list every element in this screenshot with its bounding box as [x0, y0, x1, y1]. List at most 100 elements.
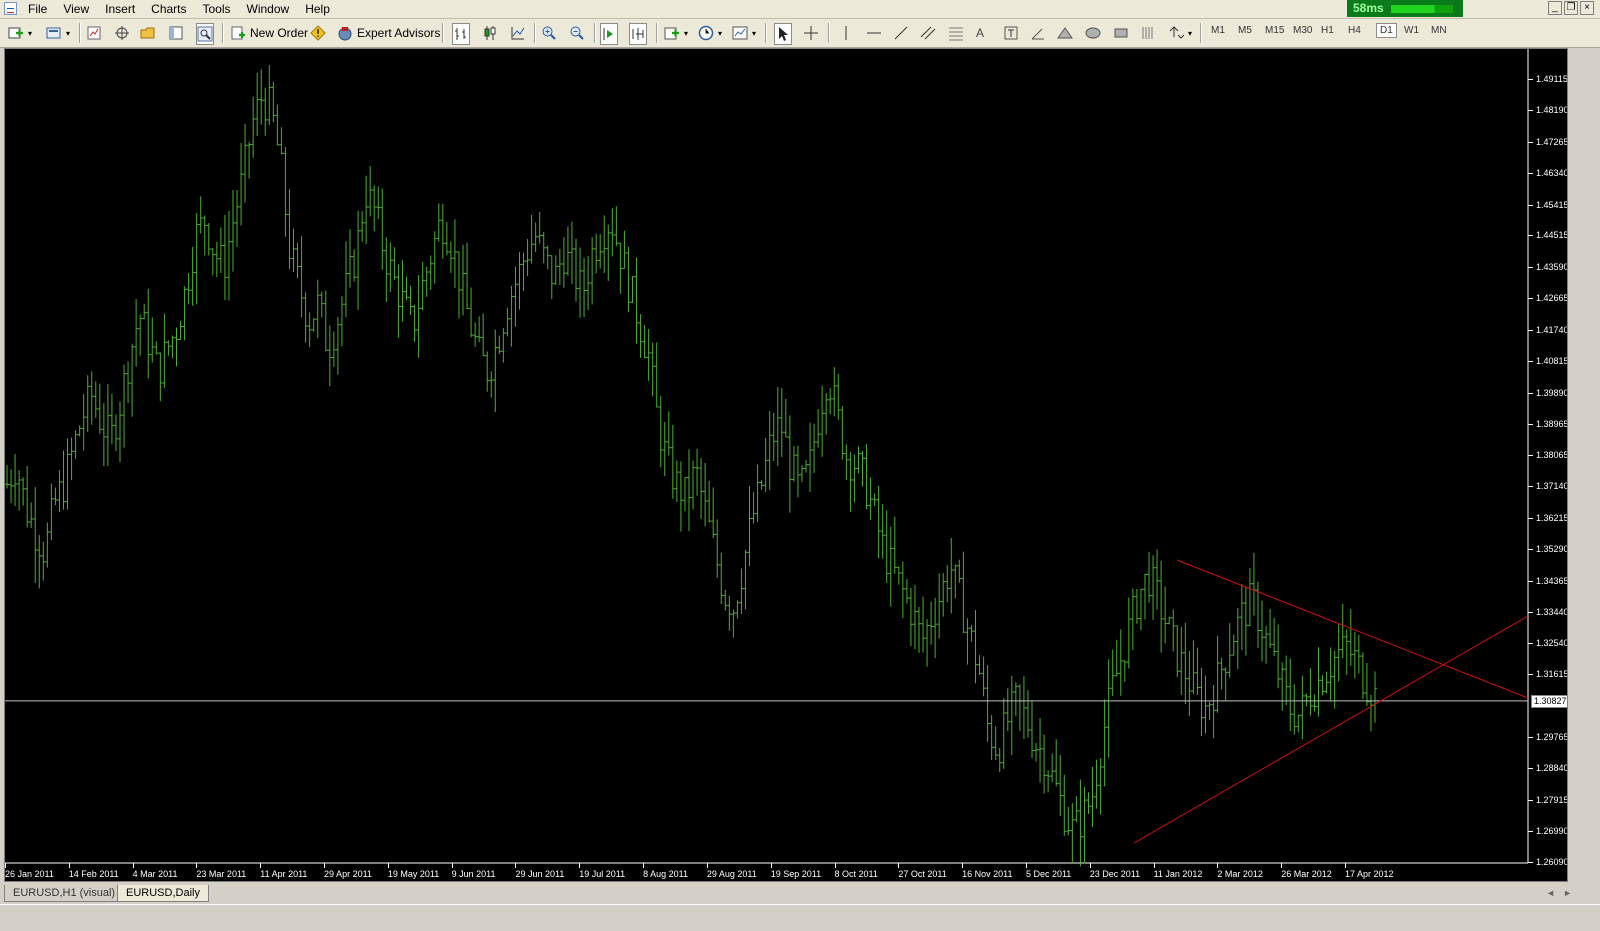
timeframe-m30[interactable]: M30 — [1293, 25, 1312, 36]
ohlc-bar — [868, 477, 873, 521]
date-axis-label: 29 Jun 2011 — [515, 869, 565, 879]
navigator-button[interactable] — [114, 23, 130, 43]
crosshair-button[interactable] — [803, 23, 819, 43]
periods-button[interactable]: ▾ — [698, 23, 722, 43]
menu-view[interactable]: View — [57, 2, 99, 16]
price-tick — [1528, 141, 1533, 143]
timeframe-h1[interactable]: H1 — [1321, 25, 1334, 36]
ohlc-bar — [682, 477, 687, 512]
price-tick — [1528, 392, 1533, 394]
arrows-button[interactable]: ▾ — [1168, 23, 1192, 43]
horizontal-line-button[interactable] — [866, 23, 882, 43]
ohlc-bar — [666, 411, 671, 456]
triangle-button[interactable] — [1057, 23, 1073, 43]
close-button[interactable]: × — [1580, 1, 1594, 15]
minimize-button[interactable]: _ — [1548, 1, 1562, 15]
ohlc-bar — [1017, 684, 1022, 731]
zoom-in-button[interactable] — [541, 23, 557, 43]
cursor-button[interactable] — [774, 23, 792, 45]
equidistant-channel-button[interactable] — [920, 23, 936, 43]
menu-charts[interactable]: Charts — [145, 2, 196, 16]
ohlc-bar — [674, 460, 679, 502]
ohlc-bar — [699, 458, 704, 519]
timeframe-m1[interactable]: M1 — [1211, 25, 1225, 36]
timeframe-m15[interactable]: M15 — [1265, 25, 1284, 36]
ohlc-bar — [735, 600, 740, 619]
ohlc-bar — [1300, 675, 1305, 740]
line-chart-button[interactable] — [510, 23, 526, 43]
arrow-tool-button[interactable] — [1030, 23, 1046, 43]
menu-insert[interactable]: Insert — [99, 2, 145, 16]
alert-button[interactable] — [310, 23, 326, 43]
restore-button[interactable]: ❐ — [1564, 1, 1578, 15]
zoom-in-icon — [542, 26, 556, 40]
zoom-out-button[interactable] — [569, 23, 585, 43]
date-tick — [962, 863, 964, 868]
terminal-button[interactable] — [168, 23, 184, 43]
tab-eurusd-daily[interactable]: EURUSD,Daily — [117, 885, 209, 902]
ohlc-bar — [307, 312, 312, 348]
ohlc-bar — [1034, 743, 1039, 762]
ohlc-bar — [17, 470, 22, 511]
tester-button[interactable] — [196, 23, 214, 45]
ohlc-bar — [799, 465, 804, 483]
timeframe-w1[interactable]: W1 — [1404, 25, 1419, 36]
tab-eurusd-h1-visual[interactable]: EURUSD,H1 (visual) — [4, 885, 125, 902]
ohlc-bar — [626, 246, 631, 313]
rectangle-button[interactable] — [1113, 23, 1129, 43]
current-price-tag: 1.30827 — [1531, 694, 1567, 708]
ohlc-bar — [953, 564, 958, 599]
chart-shift-button[interactable] — [629, 23, 647, 45]
text-label-button[interactable] — [1003, 23, 1019, 43]
market-watch-button[interactable] — [86, 23, 102, 43]
templates-button[interactable]: ▾ — [732, 23, 756, 43]
ohlc-bar — [981, 656, 986, 697]
profiles-button[interactable]: ▾ — [46, 23, 70, 43]
price-chart[interactable]: 1.49115 1.48190 1.47265 1.46340 1.45415 1.445… — [4, 48, 1568, 882]
candlestick-button[interactable] — [482, 23, 498, 43]
ohlc-bar — [372, 185, 377, 232]
menu-file[interactable]: File — [22, 2, 57, 16]
ellipse-button[interactable] — [1085, 23, 1101, 43]
ohlc-bar — [1368, 694, 1373, 732]
indicators-button[interactable]: ▾ — [664, 23, 688, 43]
ohlc-bar — [461, 244, 465, 316]
ohlc-bar — [1029, 700, 1034, 759]
app-icon[interactable] — [4, 2, 17, 15]
auto-scroll-button[interactable] — [600, 23, 618, 45]
new-chart-button[interactable]: ▾ — [8, 23, 32, 43]
ohlc-bar — [1042, 734, 1047, 794]
ohlc-bar — [1272, 617, 1277, 657]
menu-tools[interactable]: Tools — [197, 2, 241, 16]
connection-status[interactable]: 58ms — [1347, 0, 1463, 17]
ohlc-bar — [844, 444, 849, 480]
folder-button[interactable] — [140, 23, 156, 43]
text-button[interactable]: A — [976, 23, 984, 43]
menu-window[interactable]: Window — [241, 2, 300, 16]
timeframe-m5[interactable]: M5 — [1238, 25, 1252, 36]
ohlc-bar — [755, 464, 760, 523]
ohlc-bar — [541, 231, 546, 264]
ohlc-bar — [493, 329, 498, 413]
ohlc-bar — [812, 423, 817, 474]
date-axis-label: 19 May 2011 — [387, 869, 440, 879]
timeframe-mn[interactable]: MN — [1431, 25, 1447, 36]
ohlc-bar — [896, 566, 901, 585]
ohlc-bar — [1054, 739, 1059, 787]
gann-grid-button[interactable] — [1140, 23, 1156, 43]
ohlc-bar — [202, 215, 207, 256]
ohlc-bar — [888, 526, 893, 607]
trendline-button[interactable] — [893, 23, 909, 43]
ohlc-bar — [388, 242, 393, 292]
price-axis-label: 1.49115 — [1536, 74, 1568, 84]
timeframe-h4[interactable]: H4 — [1348, 25, 1361, 36]
expert-advisors-button[interactable]: Expert Advisors — [337, 23, 440, 43]
ohlc-bar — [642, 324, 647, 359]
bar-chart-button[interactable] — [452, 23, 470, 45]
timeframe-d1[interactable]: D1 — [1376, 23, 1397, 38]
new-order-button[interactable]: New Order — [230, 23, 308, 43]
menu-help[interactable]: Help — [299, 2, 340, 16]
vertical-line-button[interactable] — [838, 23, 854, 43]
tab-scroll-arrows[interactable]: ◄► — [1546, 888, 1580, 898]
fibonacci-button[interactable] — [948, 23, 964, 43]
